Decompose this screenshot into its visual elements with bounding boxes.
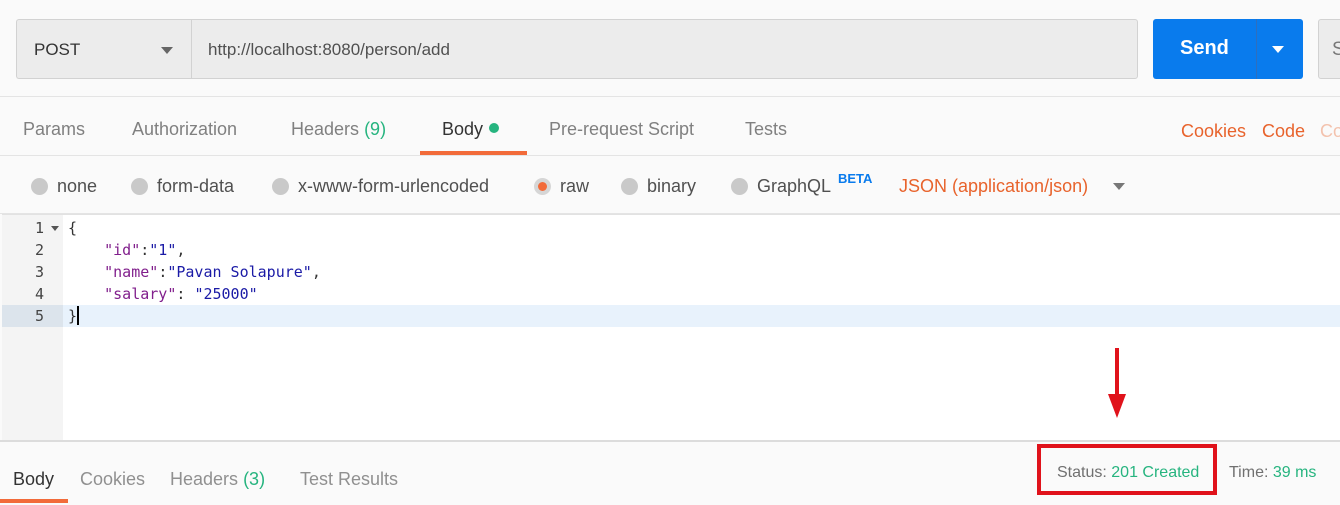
response-tab-test-results[interactable]: Test Results [300, 469, 398, 490]
json-end: , [311, 263, 321, 281]
status-label: Status: [1057, 464, 1107, 481]
code-link[interactable]: Code [1262, 121, 1305, 142]
line-number: 5 [2, 305, 63, 327]
url-input[interactable]: http://localhost:8080/person/add [191, 19, 1138, 79]
request-bar: POST http://localhost:8080/person/add Se… [0, 0, 1340, 96]
body-editor[interactable]: 1 { 2 "id":"1", 3 "name":"Pavan Solapure… [2, 214, 1340, 441]
send-divider [1256, 19, 1257, 79]
json-key: "id" [104, 241, 141, 259]
response-status: Status: 201 Created [1057, 464, 1199, 482]
beta-badge: BETA [838, 171, 873, 186]
radio-raw[interactable]: raw [534, 176, 589, 197]
chevron-down-icon [161, 47, 173, 54]
radio-form-data[interactable]: form-data [131, 176, 234, 197]
radio-circle-icon [131, 178, 148, 195]
code-text: } [68, 305, 80, 327]
request-tabs: Params Authorization Headers (9) Body Pr… [0, 96, 1340, 156]
body-type-selector: none form-data x-www-form-urlencoded raw… [0, 156, 1340, 214]
tab-headers-count: (9) [364, 119, 387, 139]
cookies-link[interactable]: Cookies [1181, 121, 1246, 142]
tab-params[interactable]: Params [23, 119, 85, 140]
code-text: "id":"1", [68, 239, 185, 261]
tab-body[interactable]: Body [442, 119, 500, 140]
radio-binary[interactable]: binary [621, 176, 696, 197]
code-text: "name":"Pavan Solapure", [68, 261, 321, 283]
response-bar: Body Cookies Headers (3) Test Results St… [0, 440, 1340, 505]
method-label: POST [34, 40, 81, 59]
time-value: 39 ms [1272, 464, 1317, 481]
body-indicator-dot-icon [489, 123, 500, 133]
response-time: Time: 39 ms [1229, 464, 1316, 482]
code-text: { [68, 219, 78, 237]
json-value: "Pavan Solapure" [167, 263, 312, 281]
json-value: "25000" [194, 285, 258, 303]
json-key: "name" [104, 263, 159, 281]
save-label: S [1332, 39, 1340, 60]
radio-none[interactable]: none [31, 176, 97, 197]
active-tab-underline [420, 151, 527, 155]
send-label: Send [1180, 37, 1229, 59]
comments-link[interactable]: Co [1320, 121, 1340, 142]
tab-body-label: Body [442, 119, 484, 139]
time-label: Time: [1229, 464, 1269, 481]
radio-urlencoded-label: x-www-form-urlencoded [298, 176, 490, 196]
json-sep: : [158, 263, 168, 281]
radio-binary-label: binary [647, 176, 697, 196]
json-end: , [176, 241, 186, 259]
json-sep: : [176, 285, 195, 303]
response-tab-headers[interactable]: Headers (3) [170, 469, 265, 490]
radio-graphql[interactable]: GraphQL [731, 176, 831, 197]
response-active-underline [0, 499, 68, 503]
editor-line: 2 "id":"1", [2, 239, 1340, 261]
radio-circle-icon [31, 178, 48, 195]
chevron-down-icon[interactable] [1113, 183, 1125, 190]
response-tab-cookies[interactable]: Cookies [80, 469, 145, 490]
url-text: http://localhost:8080/person/add [208, 40, 450, 59]
editor-line: 1 { [2, 217, 1340, 239]
radio-form-data-label: form-data [157, 176, 235, 196]
tab-headers[interactable]: Headers (9) [291, 119, 386, 140]
save-button[interactable]: S [1318, 19, 1340, 79]
radio-selected-icon [534, 178, 551, 195]
status-value: 201 Created [1111, 464, 1200, 481]
method-select[interactable]: POST [16, 19, 192, 79]
tab-headers-label: Headers [291, 119, 360, 139]
annotation-arrow-icon [1108, 348, 1126, 418]
radio-circle-icon [731, 178, 748, 195]
radio-circle-icon [272, 178, 289, 195]
editor-line: 3 "name":"Pavan Solapure", [2, 261, 1340, 283]
radio-x-www-form-urlencoded[interactable]: x-www-form-urlencoded [272, 176, 489, 197]
line-number: 4 [34, 285, 44, 303]
send-options-chevron-icon[interactable] [1272, 46, 1284, 53]
radio-raw-label: raw [560, 176, 590, 196]
tab-authorization[interactable]: Authorization [132, 119, 237, 140]
json-value: "1" [149, 241, 177, 259]
json-key: "salary" [104, 285, 177, 303]
editor-line: 4 "salary": "25000" [2, 283, 1340, 305]
tab-pre-request-script[interactable]: Pre-request Script [549, 119, 694, 140]
line-number: 3 [34, 263, 44, 281]
code-closing-brace: } [68, 307, 78, 325]
fold-arrow-icon[interactable] [51, 226, 59, 231]
radio-graphql-label: GraphQL [757, 176, 832, 196]
text-cursor [77, 306, 80, 325]
content-type-select[interactable]: JSON (application/json) [899, 176, 1088, 197]
json-sep: : [140, 241, 150, 259]
response-tab-headers-count: (3) [243, 469, 266, 489]
line-number: 2 [34, 241, 44, 259]
response-tab-headers-label: Headers [170, 469, 239, 489]
send-button[interactable]: Send [1153, 19, 1303, 79]
radio-circle-icon [621, 178, 638, 195]
editor-line-active: 5 } [2, 305, 1340, 327]
code-text: "salary": "25000" [68, 283, 258, 305]
tab-tests[interactable]: Tests [745, 119, 787, 140]
radio-none-label: none [57, 176, 98, 196]
response-tab-body[interactable]: Body [13, 469, 54, 490]
